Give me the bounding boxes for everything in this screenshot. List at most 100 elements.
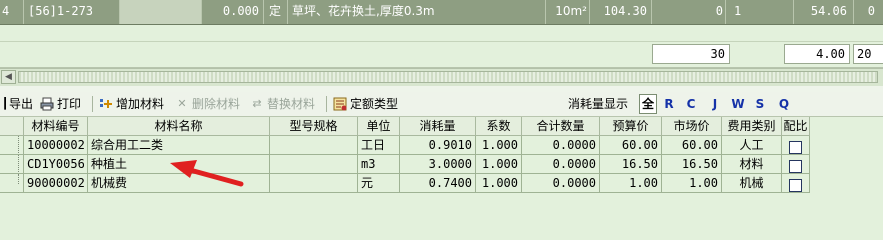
cell-material-code[interactable]: CD1Y0056	[24, 155, 88, 174]
filter-c[interactable]: C	[682, 94, 700, 114]
cell-cost-category[interactable]: 人工	[722, 136, 782, 155]
quota-amount: 0.000	[202, 0, 264, 24]
quota-last: 0	[867, 4, 875, 18]
cell-cost-category[interactable]: 材料	[722, 155, 782, 174]
empty-row	[0, 25, 883, 42]
horizontal-scrollbar[interactable]: ◀	[0, 68, 883, 87]
header-market-price[interactable]: 市场价	[662, 117, 722, 136]
cell-unit[interactable]: m3	[358, 155, 400, 174]
toolbar-separator	[326, 96, 327, 112]
table-row[interactable]: CD1Y0056 种植土 m3 3.0000 1.000 0.0000 16.5…	[0, 155, 810, 174]
summary-value-2[interactable]: 4.00	[784, 44, 850, 64]
cell-unit[interactable]: 元	[358, 174, 400, 193]
cell-consumption[interactable]: 0.7400	[400, 174, 476, 193]
header-material-name[interactable]: 材料名称	[88, 117, 270, 136]
quota-type-icon	[333, 97, 347, 111]
quota-type-label: 定额类型	[350, 97, 399, 111]
filter-j[interactable]: J	[706, 94, 724, 114]
cell-total-quantity[interactable]: 0.0000	[522, 174, 600, 193]
cell-consumption[interactable]: 3.0000	[400, 155, 476, 174]
export-icon: ▐	[0, 97, 6, 110]
export-label: 导出	[9, 97, 34, 111]
ratio-checkbox[interactable]	[789, 178, 802, 192]
cell-coefficient[interactable]: 1.000	[476, 174, 522, 193]
filter-w[interactable]: W	[729, 94, 747, 114]
header-corner	[0, 117, 24, 136]
quota-name: 草坪、花卉换土,厚度0.3m	[288, 0, 546, 24]
selected-quota-row[interactable]: 4 [56]1-273 0.000 定 草坪、花卉换土,厚度0.3m 10m² …	[0, 0, 883, 25]
filter-all[interactable]: 全	[639, 94, 657, 114]
quota-empty-cell[interactable]	[120, 0, 202, 24]
consumption-display-label: 消耗量显示	[568, 97, 629, 111]
toolbar-separator	[92, 96, 93, 112]
quota-type-button[interactable]: 定额类型	[333, 94, 398, 114]
row-indicator	[0, 155, 24, 174]
ratio-checkbox[interactable]	[789, 159, 802, 173]
print-label: 打印	[57, 97, 82, 111]
cell-total-quantity[interactable]: 0.0000	[522, 155, 600, 174]
table-row[interactable]: 10000002 综合用工二类 工日 0.9010 1.000 0.0000 6…	[0, 136, 810, 155]
printer-icon	[40, 97, 54, 111]
quota-col-a: 0	[652, 0, 726, 24]
cell-consumption[interactable]: 0.9010	[400, 136, 476, 155]
cell-spec[interactable]	[270, 155, 358, 174]
replace-material-button[interactable]: ⇄ 替换材料	[250, 94, 315, 114]
filter-r[interactable]: R	[660, 94, 678, 114]
cell-budget-price[interactable]: 16.50	[600, 155, 662, 174]
replace-material-icon: ⇄	[252, 97, 262, 110]
summary-value-3[interactable]: 20	[853, 44, 883, 64]
quota-price: 104.30	[590, 0, 652, 24]
cell-material-code[interactable]: 10000002	[24, 136, 88, 155]
delete-material-icon: ✕	[177, 97, 187, 110]
summary-value-1[interactable]: 30	[652, 44, 730, 64]
cell-coefficient[interactable]: 1.000	[476, 155, 522, 174]
cell-material-name[interactable]: 综合用工二类	[88, 136, 270, 155]
row-index: 4	[0, 0, 24, 24]
scroll-left-icon[interactable]: ◀	[1, 70, 16, 84]
cell-ratio	[782, 136, 810, 155]
cell-spec[interactable]	[270, 174, 358, 193]
cell-cost-category[interactable]: 机械	[722, 174, 782, 193]
cell-budget-price[interactable]: 1.00	[600, 174, 662, 193]
cell-spec[interactable]	[270, 136, 358, 155]
ratio-checkbox[interactable]	[789, 140, 802, 154]
header-cost-category[interactable]: 费用类别	[722, 117, 782, 136]
quota-total: 54.06	[794, 0, 854, 24]
header-ratio[interactable]: 配比	[782, 117, 810, 136]
summary-row: 30 4.00 20	[0, 42, 883, 68]
cell-ratio	[782, 174, 810, 193]
row-indicator	[0, 174, 24, 193]
cell-material-code[interactable]: 90000002	[24, 174, 88, 193]
print-button[interactable]: 打印	[40, 94, 81, 114]
cell-material-name[interactable]: 种植土	[88, 155, 270, 174]
row-indicator	[0, 136, 24, 155]
table-row[interactable]: 90000002 机械费 元 0.7400 1.000 0.0000 1.00 …	[0, 174, 810, 193]
scrollbar-thumb[interactable]	[18, 71, 878, 83]
cell-market-price[interactable]: 60.00	[662, 136, 722, 155]
delete-material-label: 删除材料	[192, 97, 241, 111]
filter-s[interactable]: S	[751, 94, 769, 114]
header-consumption[interactable]: 消耗量	[400, 117, 476, 136]
cell-ratio	[782, 155, 810, 174]
add-material-label: 增加材料	[116, 97, 165, 111]
header-spec[interactable]: 型号规格	[270, 117, 358, 136]
cell-market-price[interactable]: 16.50	[662, 155, 722, 174]
cell-unit[interactable]: 工日	[358, 136, 400, 155]
header-total-quantity[interactable]: 合计数量	[522, 117, 600, 136]
quota-unit: 10m²	[546, 0, 590, 24]
cell-coefficient[interactable]: 1.000	[476, 136, 522, 155]
header-material-code[interactable]: 材料编号	[24, 117, 88, 136]
delete-material-button[interactable]: ✕ 删除材料	[175, 94, 240, 114]
cell-total-quantity[interactable]: 0.0000	[522, 136, 600, 155]
cell-material-name[interactable]: 机械费	[88, 174, 270, 193]
add-material-button[interactable]: 增加材料	[99, 94, 164, 114]
export-button[interactable]: ▐ 导出	[0, 94, 33, 114]
header-coefficient[interactable]: 系数	[476, 117, 522, 136]
cell-market-price[interactable]: 1.00	[662, 174, 722, 193]
header-budget-price[interactable]: 预算价	[600, 117, 662, 136]
cell-budget-price[interactable]: 60.00	[600, 136, 662, 155]
grid-header: 材料编号 材料名称 型号规格 单位 消耗量 系数 合计数量 预算价 市场价 费用…	[0, 117, 810, 136]
quota-code: [56]1-273	[24, 0, 120, 24]
header-unit[interactable]: 单位	[358, 117, 400, 136]
filter-q[interactable]: Q	[775, 94, 793, 114]
